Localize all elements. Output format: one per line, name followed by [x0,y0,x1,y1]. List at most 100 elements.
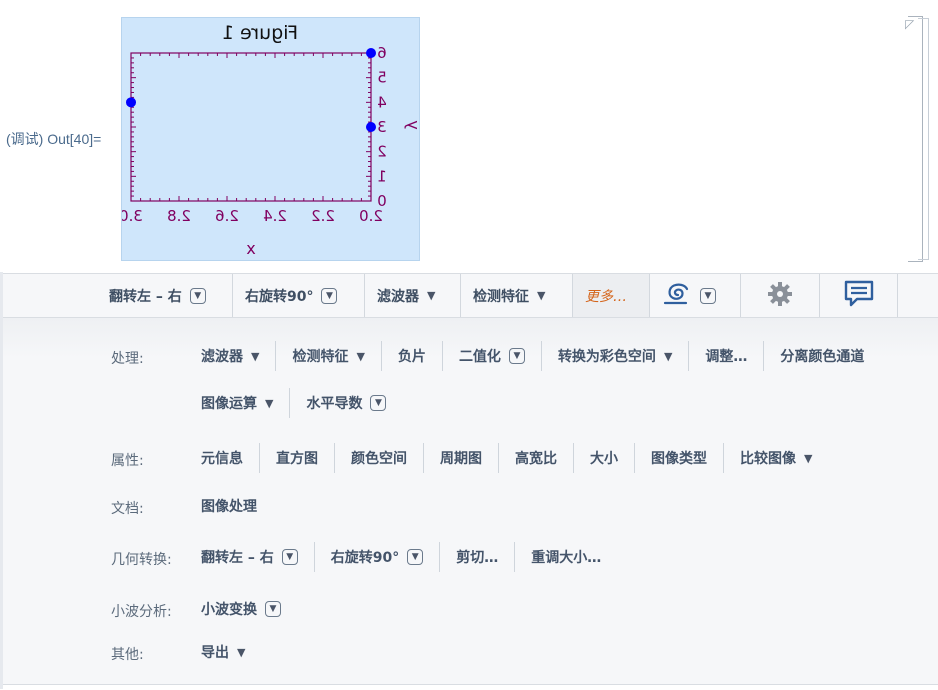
output-cell-label: (调试) Out[40]= [6,131,102,147]
toolbar-rotate-label: 右旋转90° [245,288,314,305]
wavelet-row: 小波变换 ▼ [185,594,297,624]
size-button[interactable]: 大小 [574,443,635,473]
negative-label: 负片 [397,349,426,365]
wavelet-transform-label: 小波变换 [201,602,257,618]
properties-row: 元信息 直方图 颜色空间 周期图 高宽比 大小 图像类型 比较图像 ▼ [185,443,828,473]
chevron-down-icon[interactable]: ▼ [407,549,424,565]
separate-channels-label: 分离颜色通道 [780,349,865,365]
separate-channels-button[interactable]: 分离颜色通道 [764,341,880,371]
detect-features-button[interactable]: 检测特征 ▼ [276,341,382,371]
section-label-other: 其他: [111,647,144,663]
wavelet-transform-button[interactable]: 小波变换 ▼ [185,594,297,624]
y-axis-label: y [404,120,419,129]
dropdown-triangle-icon: ▼ [265,396,274,410]
y-tick-label: 1 [377,167,387,185]
size-label: 大小 [590,451,618,467]
toolbar-flip-lr-label: 翻转左 – 右 [109,288,182,305]
color-convert-button[interactable]: 转换为彩色空间 ▼ [542,341,690,371]
x-tick-label: 3.0 [122,207,143,225]
periodogram-label: 周期图 [440,451,482,467]
section-label-wavelet: 小波分析: [111,604,172,620]
rotate-right-button[interactable]: 右旋转90° ▼ [315,542,441,572]
notebook-output-area: (调试) Out[40]= 3.02.82.62.42.22.06543210F… [0,0,938,272]
crop-button[interactable]: 剪切… [440,542,516,572]
x-axis-label: x [246,239,255,258]
flip-lr-button[interactable]: 翻转左 – 右 ▼ [185,542,315,572]
dropdown-triangle-icon: ▼ [427,289,436,302]
dropdown-triangle-icon: ▼ [804,451,813,465]
filter-label: 滤波器 [201,349,243,365]
y-tick-label: 0 [377,192,387,210]
section-label-properties: 属性: [111,453,144,469]
rotate-right-label: 右旋转90° [330,550,400,566]
toolbar-detect-features-button[interactable]: 检测特征 ▼ [461,274,573,317]
image-type-button[interactable]: 图像类型 [635,443,724,473]
binarize-button[interactable]: 二值化 ▼ [443,341,542,371]
data-point [366,122,376,132]
toolbar-feedback-button[interactable] [820,274,898,317]
negative-button[interactable]: 负片 [382,341,443,371]
toolbar-filter-button[interactable]: 滤波器 ▼ [365,274,461,317]
y-tick-label: 6 [377,44,387,62]
chevron-down-icon[interactable]: ▼ [189,287,206,304]
image-arithmetic-button[interactable]: 图像运算 ▼ [185,388,291,418]
toolbar-filter-label: 滤波器 [377,288,419,305]
toolbar-rotate-button[interactable]: 右旋转90° ▼ [233,274,365,317]
binarize-label: 二值化 [458,349,501,365]
chevron-down-icon[interactable]: ▼ [700,287,716,304]
image-processing-doc-link[interactable]: 图像处理 [185,491,273,521]
chevron-down-icon[interactable]: ▼ [508,348,525,364]
aspect-ratio-label: 高宽比 [515,451,557,467]
data-point [366,48,376,58]
figure-plot[interactable]: 3.02.82.62.42.22.06543210Figure 1xy [121,17,420,261]
docs-row: 图像处理 [185,491,273,521]
section-label-geometry: 几何转换: [111,552,172,568]
compare-images-button[interactable]: 比较图像 ▼ [724,443,828,473]
chevron-down-icon[interactable]: ▼ [265,601,281,617]
meta-info-button[interactable]: 元信息 [185,443,260,473]
image-type-label: 图像类型 [651,451,707,467]
filter-button[interactable]: 滤波器 ▼ [185,341,277,371]
chevron-down-icon[interactable]: ▼ [370,395,387,411]
export-button[interactable]: 导出 ▼ [185,637,261,667]
crop-label: 剪切… [456,550,499,566]
image-arithmetic-label: 图像运算 [201,396,257,412]
swirl-icon [662,281,692,311]
x-tick-label: 2.2 [311,207,335,225]
adjust-button[interactable]: 调整… [689,341,765,371]
export-label: 导出 [201,645,229,661]
toolbar-more-button[interactable]: 更多… [573,274,650,317]
scatter-plot-svg: 3.02.82.62.42.22.06543210Figure 1xy [122,22,419,258]
toolbar-detect-label: 检测特征 [473,288,529,305]
x-tick-label: 2.8 [167,207,191,225]
y-tick-label: 3 [377,118,387,136]
processing-row-2: 图像运算 ▼ 水平导数 ▼ [185,388,402,418]
image-processing-doc-label: 图像处理 [201,499,257,515]
chevron-down-icon[interactable]: ▼ [321,287,338,304]
color-space-label: 颜色空间 [351,451,407,467]
section-label-processing: 处理: [111,351,144,367]
suggestion-toolbar: 翻转左 – 右 ▼ 右旋转90° ▼ 滤波器 ▼ 检测特征 ▼ 更多… ▼ [3,273,938,318]
histogram-button[interactable]: 直方图 [260,443,335,473]
detect-features-label: 检测特征 [292,349,349,365]
resize-button[interactable]: 重调大小… [515,542,617,572]
plot-frame [130,52,372,202]
y-tick-label: 5 [377,69,387,87]
horizontal-derivative-button[interactable]: 水平导数 ▼ [290,388,402,418]
section-label-docs: 文档: [111,501,144,517]
dropdown-triangle-icon: ▼ [537,289,546,302]
aspect-ratio-button[interactable]: 高宽比 [499,443,574,473]
color-convert-label: 转换为彩色空间 [557,349,656,365]
color-space-button[interactable]: 颜色空间 [335,443,424,473]
y-tick-label: 4 [377,93,387,111]
toolbar-flip-lr-button[interactable]: 翻转左 – 右 ▼ [97,274,233,317]
toolbar-settings-button[interactable] [741,274,820,317]
suggestions-panel: 处理: 滤波器 ▼ 检测特征 ▼ 负片 二值化 ▼ 转换为彩色空间 ▼ 调整… 分离颜色… [3,318,938,685]
x-tick-label: 2.6 [215,207,239,225]
meta-info-label: 元信息 [201,451,243,467]
periodogram-button[interactable]: 周期图 [424,443,499,473]
chevron-down-icon[interactable]: ▼ [281,549,298,565]
toolbar-swirl-button[interactable]: ▼ [650,274,741,317]
group-bracket[interactable] [918,18,929,260]
compare-images-label: 比较图像 [740,451,796,467]
